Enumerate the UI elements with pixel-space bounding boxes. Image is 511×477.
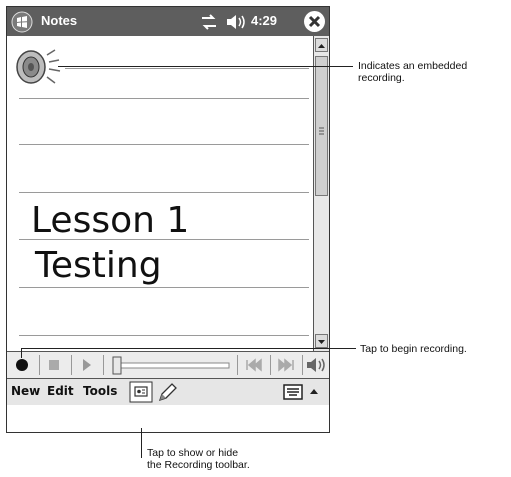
recording-toolbar: [7, 351, 329, 379]
callout-line-text: Indicates an embedded: [358, 60, 468, 72]
record-callout: Tap to begin recording.: [360, 343, 467, 355]
menu-new[interactable]: New: [11, 384, 40, 398]
vertical-scrollbar[interactable]: [313, 36, 329, 351]
toolbar-divider: [237, 355, 238, 375]
note-rule: [65, 68, 309, 69]
note-rule: [19, 98, 309, 99]
menu-edit[interactable]: Edit: [47, 384, 74, 398]
sip-arrow-icon[interactable]: [307, 384, 321, 400]
app-title: Notes: [41, 13, 78, 28]
connectivity-icon[interactable]: [199, 13, 219, 31]
toolbar-divider: [270, 355, 271, 375]
note-rule: [19, 335, 309, 336]
record-pointer-stem: [21, 348, 22, 358]
recording-toolbar-icon[interactable]: [129, 381, 153, 403]
menu-tools[interactable]: Tools: [83, 384, 117, 398]
windows-start-icon[interactable]: [11, 11, 33, 33]
scroll-up-arrow[interactable]: [315, 38, 328, 52]
toolbar-divider: [39, 355, 40, 375]
note-text-line: Testing: [35, 245, 162, 286]
skip-next-icon[interactable]: [273, 354, 299, 376]
skip-previous-icon[interactable]: [241, 354, 267, 376]
record-pointer: [21, 348, 356, 349]
speaker-volume-icon[interactable]: [304, 354, 328, 376]
toolbar-toggle-callout: Tap to show or hide the Recording toolba…: [147, 447, 250, 471]
toolbar-divider: [302, 355, 303, 375]
volume-icon[interactable]: [225, 13, 247, 31]
toolbar-divider: [103, 355, 104, 375]
blank-input-area: [7, 405, 329, 432]
note-rule: [19, 192, 309, 193]
callout-line-text: Tap to show or hide: [147, 447, 239, 459]
scroll-down-arrow[interactable]: [315, 334, 328, 348]
grip-icon: [319, 127, 324, 135]
clock[interactable]: 4:29: [251, 13, 277, 28]
title-bar: Notes 4:29: [7, 7, 329, 36]
play-icon[interactable]: [75, 354, 97, 376]
note-text-line: Lesson 1: [31, 200, 190, 241]
record-icon[interactable]: [11, 354, 33, 376]
volume-slider[interactable]: [109, 354, 233, 376]
note-rule: [19, 144, 309, 145]
toolbar-toggle-pointer: [141, 428, 142, 458]
menu-bar: New Edit Tools: [7, 379, 329, 405]
note-canvas[interactable]: Lesson 1 Testing: [7, 36, 313, 351]
pocketpc-device: Notes 4:29 Lesson 1 Testing New Edit Too…: [6, 6, 330, 433]
callout-line-text: the Recording toolbar.: [147, 459, 250, 471]
pen-icon[interactable]: [155, 381, 179, 403]
stop-icon[interactable]: [43, 354, 65, 376]
toolbar-divider: [71, 355, 72, 375]
chevron-down-icon: [318, 340, 325, 344]
speaker-icon[interactable]: [13, 47, 61, 87]
embedded-recording-callout: Indicates an embedded recording.: [358, 60, 467, 84]
close-icon[interactable]: [303, 10, 326, 33]
callout-line-text: recording.: [358, 72, 405, 84]
scroll-thumb[interactable]: [315, 56, 328, 196]
embedded-recording-pointer: [58, 66, 353, 67]
keyboard-icon[interactable]: [283, 383, 303, 401]
chevron-up-icon: [318, 44, 325, 48]
note-rule: [19, 287, 309, 288]
